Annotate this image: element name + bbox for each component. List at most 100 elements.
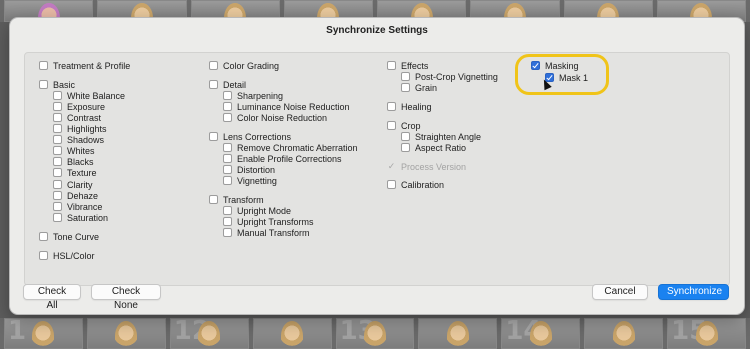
checkbox-box[interactable] bbox=[223, 102, 232, 111]
checkbox-lens-corrections[interactable]: Lens Corrections bbox=[209, 131, 291, 142]
checkbox-hsl-color[interactable]: HSL/Color bbox=[39, 250, 95, 261]
checkbox-tone-curve[interactable]: Tone Curve bbox=[39, 231, 99, 242]
checkbox-box[interactable] bbox=[39, 232, 48, 241]
checkbox-box[interactable] bbox=[209, 132, 218, 141]
checkbox-box[interactable] bbox=[39, 61, 48, 70]
checkbox-color-noise-reduction[interactable]: Color Noise Reduction bbox=[223, 112, 327, 123]
checkbox-box[interactable] bbox=[39, 80, 48, 89]
checkbox-contrast[interactable]: Contrast bbox=[53, 112, 101, 123]
checkbox-calibration[interactable]: Calibration bbox=[387, 179, 444, 190]
checkbox-box[interactable] bbox=[401, 72, 410, 81]
checkbox-blacks[interactable]: Blacks bbox=[53, 156, 94, 167]
checkbox-clarity[interactable]: Clarity bbox=[53, 179, 93, 190]
checkbox-color-grading[interactable]: Color Grading bbox=[209, 60, 279, 71]
checkbox-box[interactable] bbox=[209, 61, 218, 70]
checkbox-detail[interactable]: Detail bbox=[209, 79, 246, 90]
checkbox-box[interactable] bbox=[387, 61, 396, 70]
thumbnail[interactable]: 15 bbox=[667, 318, 747, 349]
checkbox-label: Detail bbox=[223, 79, 247, 90]
checkbox-label: Calibration bbox=[401, 179, 445, 190]
checkbox-enable-profile-corrections[interactable]: Enable Profile Corrections bbox=[223, 153, 342, 164]
checkbox-label: Treatment & Profile bbox=[53, 60, 131, 71]
checkbox-box[interactable] bbox=[223, 228, 232, 237]
checkbox-basic[interactable]: Basic bbox=[39, 79, 75, 90]
checkbox-highlights[interactable]: Highlights bbox=[53, 123, 107, 134]
checkbox-box[interactable] bbox=[53, 146, 62, 155]
checkbox-vignetting[interactable]: Vignetting bbox=[223, 175, 277, 186]
checkbox-label: Dehaze bbox=[67, 190, 99, 201]
checkbox-box[interactable] bbox=[209, 80, 218, 89]
thumbnail[interactable]: 14 bbox=[501, 318, 581, 349]
checkbox-box[interactable] bbox=[53, 168, 62, 177]
checkbox-label: Healing bbox=[401, 101, 432, 112]
checkbox-box[interactable] bbox=[223, 91, 232, 100]
settings-panel: Treatment & Profile Basic White Balance … bbox=[24, 52, 730, 286]
checkbox-box[interactable] bbox=[223, 176, 232, 185]
cancel-button[interactable]: Cancel bbox=[592, 284, 648, 300]
thumbnail[interactable]: 13 bbox=[335, 318, 415, 349]
checkbox-process-version: ✓ Process Version bbox=[387, 161, 466, 172]
checkbox-box[interactable] bbox=[53, 91, 62, 100]
checkbox-vibrance[interactable]: Vibrance bbox=[53, 201, 102, 212]
checkbox-crop[interactable]: Crop bbox=[387, 120, 421, 131]
thumbnail[interactable] bbox=[584, 318, 664, 349]
checkbox-texture[interactable]: Texture bbox=[53, 167, 97, 178]
check-none-button[interactable]: Check None bbox=[91, 284, 161, 311]
checkbox-box[interactable] bbox=[53, 180, 62, 189]
checkbox-box[interactable] bbox=[223, 165, 232, 174]
checkbox-box[interactable] bbox=[223, 217, 232, 226]
checkbox-box[interactable] bbox=[223, 206, 232, 215]
checkbox-box[interactable] bbox=[53, 157, 62, 166]
checkbox-transform[interactable]: Transform bbox=[209, 194, 264, 205]
checkbox-box[interactable] bbox=[53, 191, 62, 200]
checkbox-box[interactable] bbox=[53, 213, 62, 222]
synchronize-button[interactable]: Synchronize bbox=[658, 284, 729, 300]
checkbox-manual-transform[interactable]: Manual Transform bbox=[223, 227, 310, 238]
checkbox-effects[interactable]: Effects bbox=[387, 60, 428, 71]
checkbox-treatment-profile[interactable]: Treatment & Profile bbox=[39, 60, 130, 71]
checkbox-box[interactable] bbox=[401, 83, 410, 92]
thumbnail[interactable]: 1 bbox=[4, 318, 83, 349]
checkbox-luminance-noise-reduction[interactable]: Luminance Noise Reduction bbox=[223, 101, 350, 112]
thumbnail[interactable] bbox=[86, 318, 166, 349]
portrait-image bbox=[612, 321, 635, 348]
thumbnail[interactable] bbox=[252, 318, 332, 349]
checkbox-aspect-ratio[interactable]: Aspect Ratio bbox=[401, 142, 466, 153]
checkbox-whites[interactable]: Whites bbox=[53, 145, 95, 156]
checkbox-box[interactable] bbox=[53, 202, 62, 211]
checkbox-box[interactable] bbox=[387, 121, 396, 130]
checkbox-label: Process Version bbox=[401, 161, 467, 172]
checkbox-white-balance[interactable]: White Balance bbox=[53, 90, 125, 101]
checkbox-box[interactable] bbox=[209, 195, 218, 204]
checkbox-box[interactable] bbox=[53, 124, 62, 133]
checkbox-box[interactable] bbox=[387, 102, 396, 111]
checkbox-exposure[interactable]: Exposure bbox=[53, 101, 105, 112]
checkbox-shadows[interactable]: Shadows bbox=[53, 134, 104, 145]
checkbox-straighten-angle[interactable]: Straighten Angle bbox=[401, 131, 481, 142]
checkbox-dehaze[interactable]: Dehaze bbox=[53, 190, 98, 201]
checkbox-box[interactable] bbox=[53, 102, 62, 111]
checkbox-box[interactable] bbox=[53, 135, 62, 144]
checkbox-upright-mode[interactable]: Upright Mode bbox=[223, 205, 291, 216]
checkbox-healing[interactable]: Healing bbox=[387, 101, 432, 112]
checkbox-box[interactable] bbox=[387, 180, 396, 189]
checkbox-box[interactable] bbox=[223, 113, 232, 122]
checkbox-distortion[interactable]: Distortion bbox=[223, 164, 275, 175]
checkbox-box[interactable] bbox=[223, 143, 232, 152]
checkbox-box[interactable] bbox=[401, 143, 410, 152]
checkbox-box[interactable] bbox=[39, 251, 48, 260]
checkbox-box[interactable] bbox=[53, 113, 62, 122]
checkbox-upright-transforms[interactable]: Upright Transforms bbox=[223, 216, 314, 227]
checkbox-box[interactable] bbox=[401, 132, 410, 141]
thumbnail[interactable]: 12 bbox=[169, 318, 249, 349]
checkbox-saturation[interactable]: Saturation bbox=[53, 212, 108, 223]
checkbox-label: Highlights bbox=[67, 123, 107, 134]
checkbox-remove-chromatic-aberration[interactable]: Remove Chromatic Aberration bbox=[223, 142, 358, 153]
thumbnail[interactable] bbox=[418, 318, 498, 349]
checkbox-grain[interactable]: Grain bbox=[401, 82, 437, 93]
checkbox-box[interactable] bbox=[223, 154, 232, 163]
checkbox-post-crop-vignetting[interactable]: Post-Crop Vignetting bbox=[401, 71, 498, 82]
checkbox-sharpening[interactable]: Sharpening bbox=[223, 90, 283, 101]
check-all-button[interactable]: Check All bbox=[23, 284, 81, 311]
portrait-image bbox=[695, 321, 718, 348]
